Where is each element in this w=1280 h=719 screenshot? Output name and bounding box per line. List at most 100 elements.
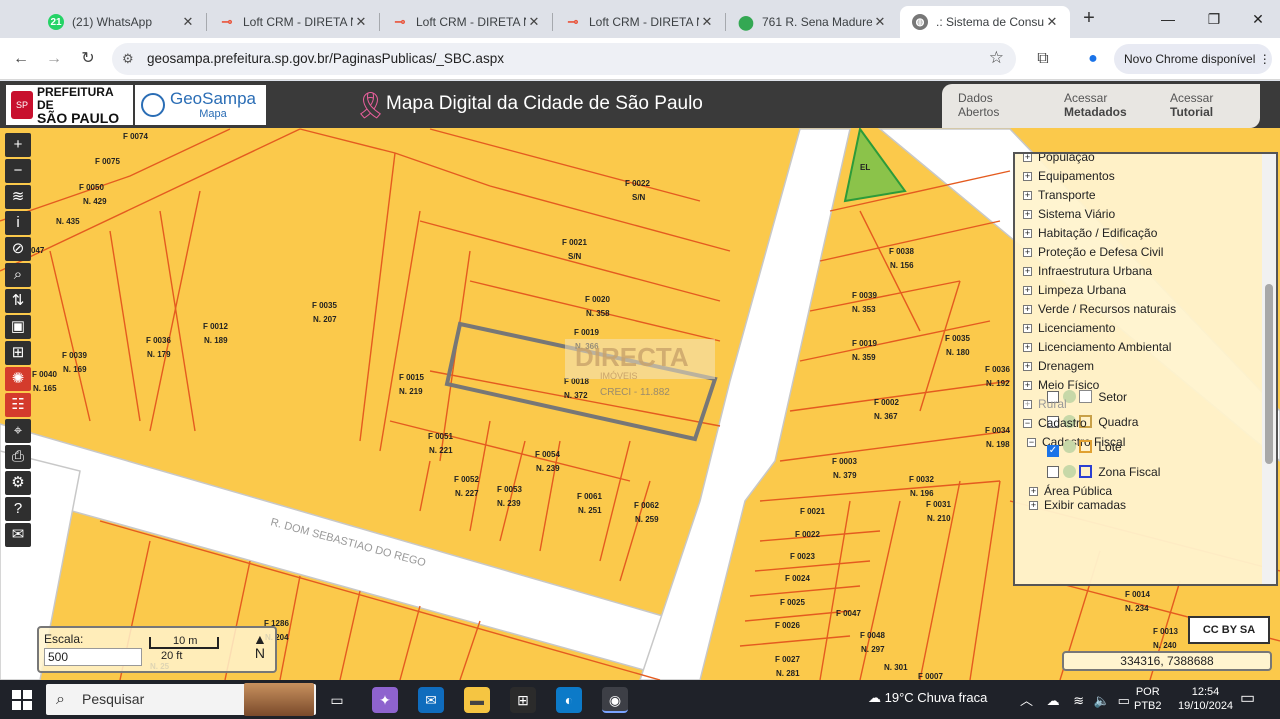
layers-scrollbar[interactable] [1262, 154, 1276, 584]
close-tab-icon[interactable]: ✕ [353, 14, 369, 30]
zoom-out-button[interactable]: − [5, 159, 31, 183]
close-window-button[interactable]: ✕ [1236, 6, 1280, 32]
palette-icon[interactable]: ✺ [5, 367, 31, 391]
chrome-icon[interactable]: ◉ [602, 687, 628, 713]
file-explorer-icon[interactable]: ▬ [464, 687, 490, 713]
expand-icon[interactable]: + [1023, 305, 1032, 314]
tab-sistema-consulta[interactable]: ◍ .: Sistema de Consulta ✕ [900, 6, 1070, 38]
layer-group-equipamentos[interactable]: + Equipamentos [1023, 169, 1115, 183]
tab-google-maps[interactable]: ⬤ 761 R. Sena Madureira ✕ [726, 6, 898, 38]
layer-lote[interactable]: ✓ Lote [1047, 440, 1122, 457]
measure-icon[interactable]: ⊘ [5, 237, 31, 261]
back-button[interactable]: ← [10, 48, 32, 70]
group-exibir-camadas[interactable]: + Exibir camadas [1029, 498, 1126, 512]
site-info-icon[interactable]: ⚙ [122, 51, 134, 67]
chevron-up-icon[interactable]: ︿ [1020, 693, 1033, 708]
layer-zona-fiscal[interactable]: Zona Fiscal [1047, 465, 1160, 479]
windows-start-icon[interactable] [12, 690, 32, 710]
layer-group-licenciamento-ambiental[interactable]: + Licenciamento Ambiental [1023, 340, 1171, 354]
layer-group-infraestrutura-urbana[interactable]: + Infraestrutura Urbana [1023, 264, 1152, 278]
extensions-icon[interactable]: ⧉ [1032, 48, 1054, 70]
expand-icon[interactable]: + [1023, 210, 1032, 219]
chrome-update-button[interactable]: Novo Chrome disponível ⋮ [1114, 44, 1272, 74]
zona-fiscal-checkbox[interactable] [1047, 466, 1059, 478]
weather-widget[interactable]: ☁ 19°C Chuva fraca [868, 690, 987, 706]
lote-checkbox[interactable]: ✓ [1047, 445, 1059, 457]
layer-group-prote-o-e-defesa-civil[interactable]: + Proteção e Defesa Civil [1023, 245, 1163, 259]
volume-icon[interactable]: 🔈 [1094, 693, 1110, 708]
reload-button[interactable]: ↻ [77, 48, 99, 70]
task-view-icon[interactable]: ▭ [324, 687, 350, 713]
profile-icon[interactable]: ● [1082, 48, 1104, 70]
zoom-in-button[interactable]: + [5, 133, 31, 157]
maximize-button[interactable]: ❐ [1192, 6, 1236, 32]
geosampa-logo[interactable]: GeoSampa Mapa [135, 85, 266, 125]
pin-icon[interactable]: ⌖ [5, 419, 31, 443]
copilot-icon[interactable]: ✦ [372, 687, 398, 713]
minimize-button[interactable]: — [1146, 6, 1190, 32]
mail-icon[interactable]: ✉ [418, 687, 444, 713]
tool-red-icon[interactable]: ☷ [5, 393, 31, 417]
close-tab-icon[interactable]: ✕ [699, 14, 715, 30]
layer-group-drenagem[interactable]: + Drenagem [1023, 359, 1094, 373]
layer-group-cadastro[interactable]: − Cadastro [1023, 416, 1087, 430]
notifications-icon[interactable]: ▭ [1240, 688, 1255, 708]
info-icon[interactable]: i [5, 211, 31, 235]
layer-group-limpeza-urbana[interactable]: + Limpeza Urbana [1023, 283, 1126, 297]
forward-button[interactable]: → [43, 48, 65, 70]
expand-icon[interactable]: + [1023, 362, 1032, 371]
scale-input[interactable]: 500 [44, 648, 142, 666]
expand-icon[interactable]: + [1023, 267, 1032, 276]
scrollbar-thumb[interactable] [1265, 284, 1273, 464]
clock[interactable]: 12:54 19/10/2024 [1178, 685, 1233, 713]
language-indicator[interactable]: POR PTB2 [1134, 685, 1162, 713]
search-icon[interactable]: ⌕ [5, 263, 31, 287]
layer-group-transporte[interactable]: + Transporte [1023, 188, 1096, 202]
expand-icon[interactable]: + [1023, 154, 1032, 162]
store-icon[interactable]: ⊞ [510, 687, 536, 713]
layer-group-popula-o[interactable]: + População [1023, 154, 1095, 164]
tab-whatsapp[interactable]: 21 (21) WhatsApp ✕ [36, 6, 206, 38]
expand-icon[interactable]: − [1023, 419, 1032, 428]
close-tab-icon[interactable]: ✕ [180, 14, 196, 30]
close-tab-icon[interactable]: ✕ [526, 14, 542, 30]
layer-group-rural[interactable]: + Rural [1023, 397, 1067, 411]
expand-icon[interactable]: + [1023, 381, 1032, 390]
help-icon[interactable]: ? [5, 497, 31, 521]
expand-icon[interactable]: + [1023, 191, 1032, 200]
tab-loft-crm-2[interactable]: ⊸ Loft CRM - DIRETA NEG ✕ [380, 6, 552, 38]
onedrive-icon[interactable]: ☁ [1047, 693, 1060, 708]
print-icon[interactable]: ⎙ [5, 445, 31, 469]
prefeitura-logo[interactable]: SP PREFEITURA DE SÃO PAULO [6, 85, 133, 125]
expand-icon[interactable]: + [1023, 248, 1032, 257]
layer-group-habita-o-edifica-o[interactable]: + Habitação / Edificação [1023, 226, 1157, 240]
navigation-icon[interactable]: ⇅ [5, 289, 31, 313]
settings-icon[interactable]: ⚙ [5, 471, 31, 495]
expand-icon[interactable]: + [1023, 229, 1032, 238]
layer-group-licenciamento[interactable]: + Licenciamento [1023, 321, 1115, 335]
close-tab-icon[interactable]: ✕ [872, 14, 888, 30]
bookmark-star-icon[interactable]: ☆ [989, 48, 1004, 68]
layer-group-verde-recursos-naturais[interactable]: + Verde / Recursos naturais [1023, 302, 1176, 316]
grid-icon[interactable]: ⊞ [5, 341, 31, 365]
battery-icon[interactable]: ▭ [1118, 693, 1130, 708]
edge-icon[interactable]: ◐ [556, 687, 582, 713]
expand-icon[interactable]: + [1023, 324, 1032, 333]
group-area-publica[interactable]: + Área Pública [1029, 484, 1112, 498]
link-dados-abertos[interactable]: Dados Abertos [942, 84, 1048, 128]
close-tab-icon[interactable]: ✕ [1044, 14, 1060, 30]
layer-group-meio-f-sico[interactable]: + Meio Físico [1023, 378, 1099, 392]
layer-group-sistema-vi-rio[interactable]: + Sistema Viário [1023, 207, 1115, 221]
tab-loft-crm-3[interactable]: ⊸ Loft CRM - DIRETA NEG ✕ [553, 6, 725, 38]
address-bar[interactable]: ⚙ geosampa.prefeitura.sp.gov.br/PaginasP… [112, 43, 1016, 75]
save-icon[interactable]: ▣ [5, 315, 31, 339]
link-metadados[interactable]: Acessar Metadados [1048, 84, 1154, 128]
expand-icon[interactable]: + [1023, 343, 1032, 352]
new-tab-button[interactable]: + [1078, 8, 1100, 30]
layers-icon[interactable]: ≋ [5, 185, 31, 209]
expand-icon[interactable]: + [1023, 172, 1032, 181]
link-tutorial[interactable]: Acessar Tutorial [1154, 84, 1260, 128]
expand-icon[interactable]: + [1023, 400, 1032, 409]
wifi-icon[interactable]: ≋ [1073, 693, 1084, 708]
mail-icon[interactable]: ✉ [5, 523, 31, 547]
